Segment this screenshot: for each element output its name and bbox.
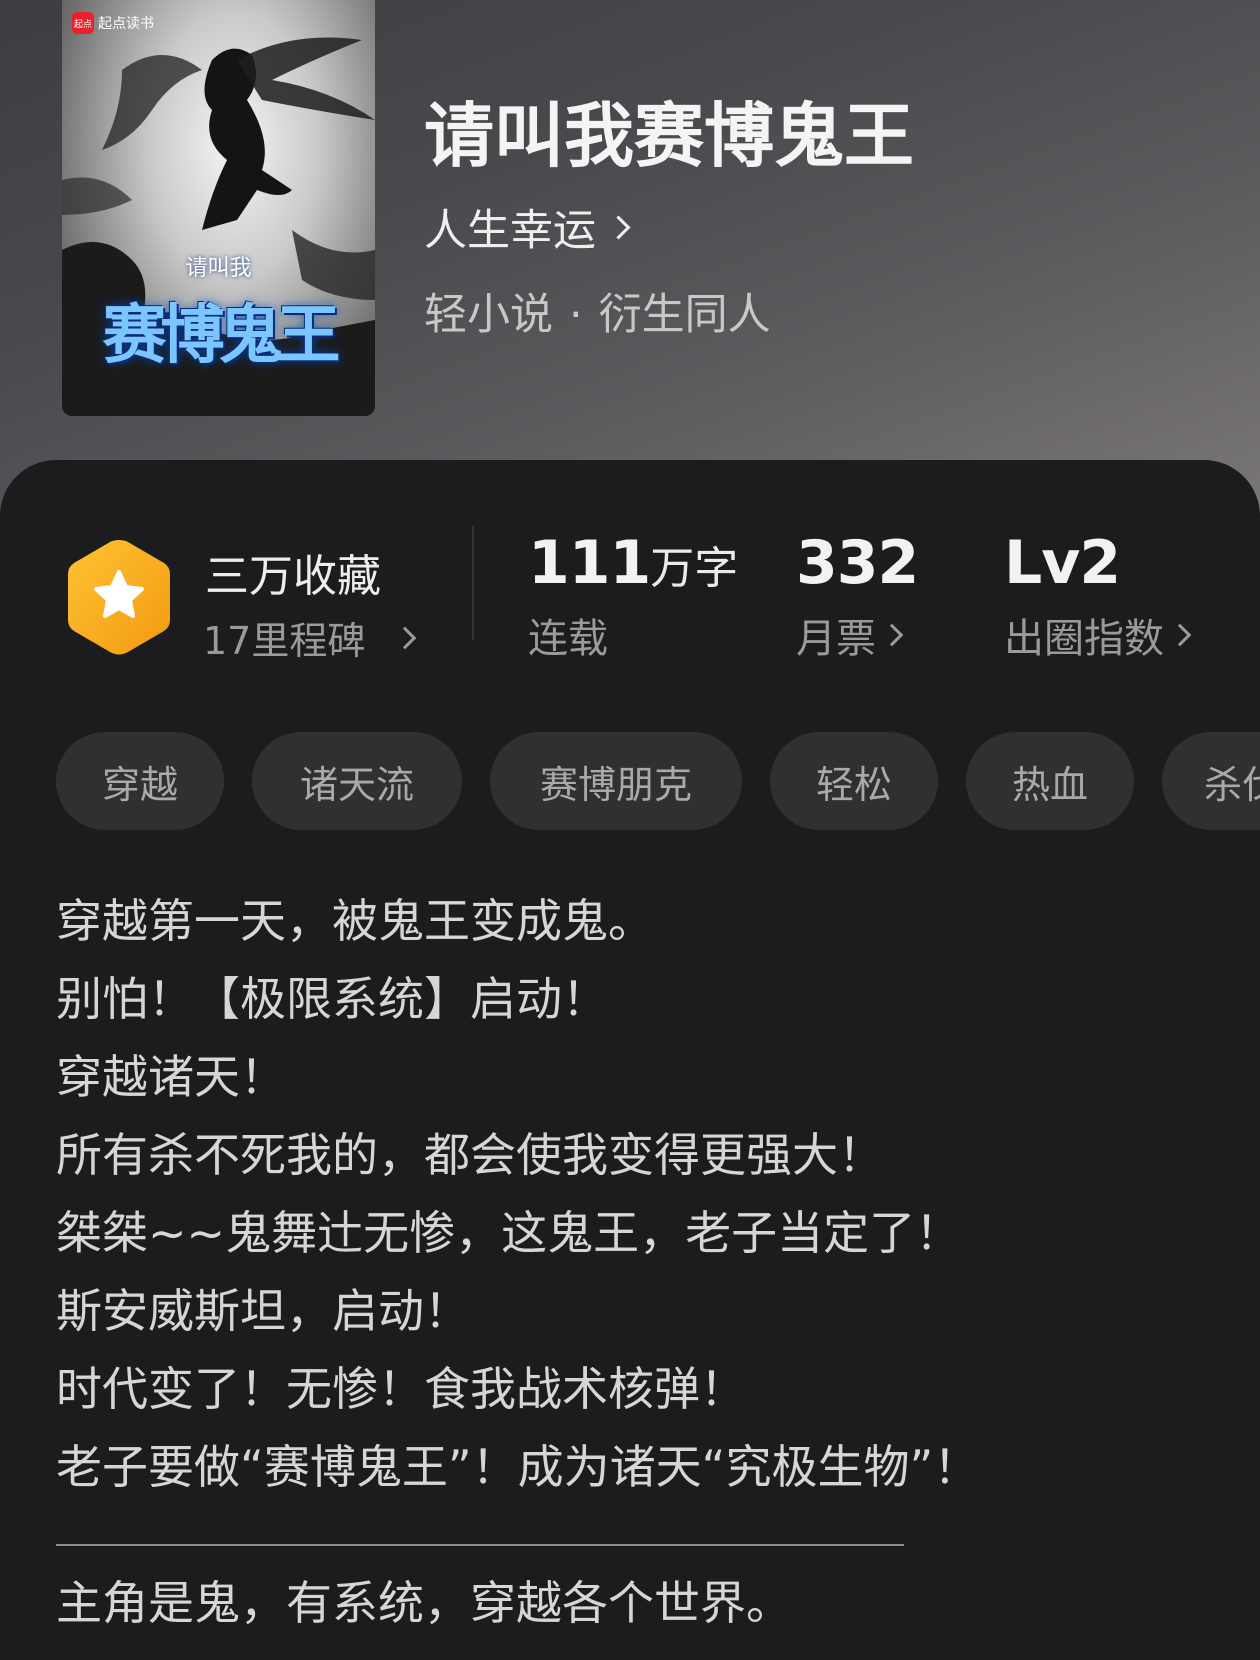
description-line: 别怕！【极限系统】启动！ bbox=[56, 972, 608, 1026]
word-count-value: 111 bbox=[528, 528, 651, 598]
description-summary: 主角是鬼，有系统，穿越各个世界。 bbox=[56, 1576, 792, 1630]
book-detail-page: 起点 起点读书 请叫我 赛博鬼王 请叫我赛博鬼王 人生幸运 轻小说·衍生同人 bbox=[0, 0, 1260, 1660]
monthly-tickets-stat[interactable]: 332 月票 bbox=[796, 528, 919, 664]
tag-chip[interactable]: 穿越 bbox=[56, 732, 224, 830]
tag-chip[interactable]: 轻松 bbox=[770, 732, 938, 830]
word-count-unit: 万字 bbox=[650, 543, 739, 594]
breakout-index-value: Lv2 bbox=[1004, 528, 1121, 598]
separator-dot: · bbox=[569, 290, 583, 340]
breakout-index-stat[interactable]: Lv2 出圈指数 bbox=[1004, 528, 1192, 664]
star-hexagon-icon bbox=[68, 540, 170, 655]
book-title: 请叫我赛博鬼王 bbox=[424, 94, 914, 177]
genre-line: 轻小说 · 衍生同人 bbox=[424, 280, 771, 342]
description-line: 穿越第一天，被鬼王变成鬼。 bbox=[56, 894, 654, 948]
subcategory-label: 衍生同人 bbox=[598, 290, 771, 340]
book-info-panel: 三万收藏 17里程碑 111万字 连载 332 月票 Lv2 出圈指数 穿越 诸… bbox=[0, 460, 1260, 1660]
author-link[interactable]: 人生幸运 bbox=[424, 196, 631, 258]
description-line: 斯安威斯坦，启动！ bbox=[56, 1284, 470, 1338]
chevron-right-icon bbox=[1168, 623, 1192, 647]
tag-chip[interactable]: 诸天流 bbox=[252, 732, 462, 830]
milestones-label: 17里程碑 bbox=[203, 619, 366, 663]
publisher-badge: 起点 起点读书 bbox=[72, 12, 154, 34]
tag-chip[interactable]: 热血 bbox=[966, 732, 1134, 830]
description-line: 老子要做“赛博鬼王”！成为诸天“究极生物”！ bbox=[56, 1440, 980, 1494]
stats-divider bbox=[472, 526, 474, 640]
description-line: 桀桀~~鬼舞辻无惨，这鬼王，老子当定了！ bbox=[56, 1206, 962, 1260]
book-description: 穿越第一天，被鬼王变成鬼。 别怕！【极限系统】启动！ 穿越诸天！ 所有杀不死我的… bbox=[56, 882, 1236, 1506]
monthly-tickets-label: 月票 bbox=[796, 616, 876, 662]
tag-list: 穿越 诸天流 赛博朋克 轻松 热血 杀伐 bbox=[56, 732, 1260, 830]
tag-chip[interactable]: 杀伐 bbox=[1162, 732, 1260, 830]
publisher-label: 起点读书 bbox=[98, 16, 154, 32]
chevron-right-icon bbox=[880, 623, 904, 647]
cover-title: 赛博鬼王 bbox=[102, 299, 341, 373]
tag-chip[interactable]: 赛博朋克 bbox=[490, 732, 742, 830]
qidian-logo-icon: 起点 bbox=[72, 12, 94, 34]
category-label: 轻小说 bbox=[424, 290, 553, 340]
description-line: 所有杀不死我的，都会使我变得更强大！ bbox=[56, 1128, 884, 1182]
book-header: 起点 起点读书 请叫我 赛博鬼王 请叫我赛博鬼王 人生幸运 轻小说 · 衍生同人 bbox=[0, 0, 1260, 520]
description-divider bbox=[56, 1544, 904, 1546]
chevron-right-icon bbox=[394, 626, 417, 649]
description-line: 时代变了！无惨！食我战术核弹！ bbox=[56, 1362, 746, 1416]
word-count-stat: 111万字 连载 bbox=[528, 528, 738, 664]
breakout-index-label: 出圈指数 bbox=[1004, 616, 1164, 662]
author-name: 人生幸运 bbox=[424, 206, 596, 256]
description-line: 穿越诸天！ bbox=[56, 1050, 286, 1104]
milestones-link[interactable]: 17里程碑 bbox=[203, 610, 417, 665]
serial-status: 连载 bbox=[528, 616, 608, 662]
cover-subtitle: 请叫我 bbox=[185, 256, 252, 281]
book-cover[interactable]: 起点 起点读书 请叫我 赛博鬼王 bbox=[62, 0, 375, 416]
favorites-label: 三万收藏 bbox=[205, 551, 381, 602]
chevron-right-icon bbox=[606, 214, 631, 240]
monthly-tickets-value: 332 bbox=[796, 528, 919, 598]
